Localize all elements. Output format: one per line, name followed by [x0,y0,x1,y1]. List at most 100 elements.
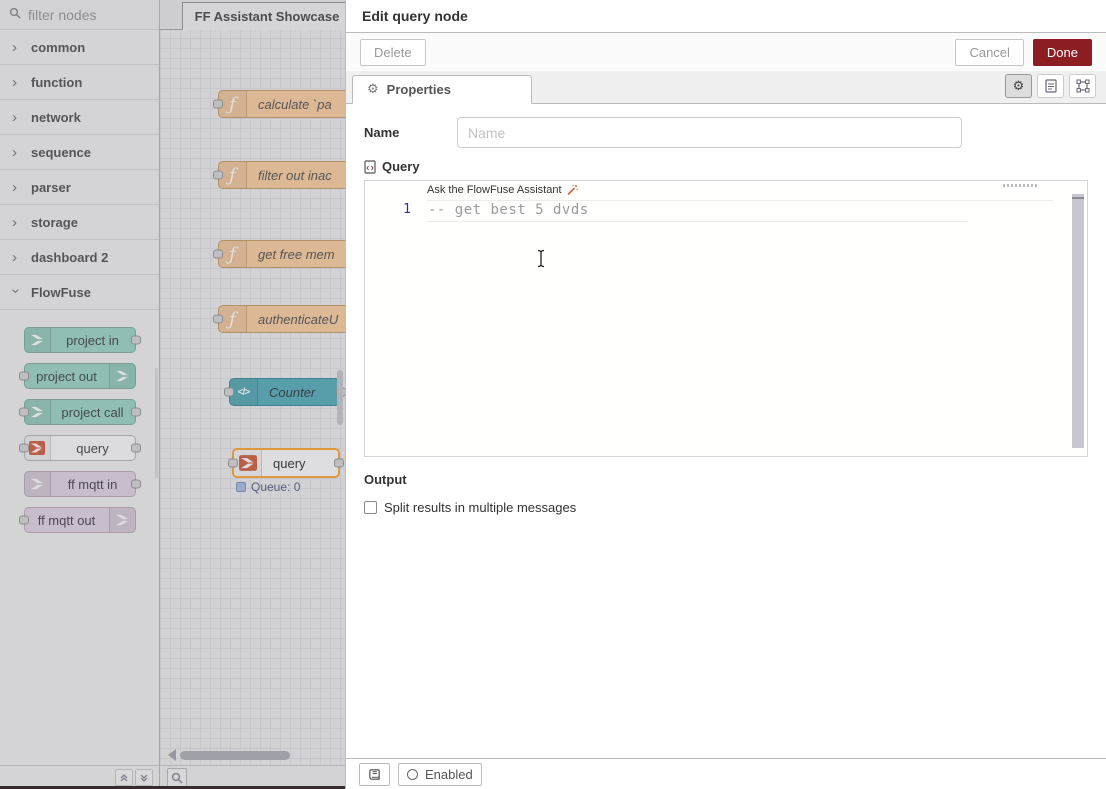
canvas-vertical-scrollbar[interactable] [337,370,343,425]
output-port[interactable] [131,408,141,417]
input-port[interactable] [213,100,223,109]
chevron-right-icon: › [12,250,20,265]
search-icon [9,6,21,24]
palette-category-common[interactable]: › common [0,30,159,65]
chevron-right-icon: › [12,40,20,55]
editor-scrollbar[interactable] [1072,194,1084,448]
flow-tab-label: FF Assistant Showcase [195,9,340,24]
properties-icon-button[interactable]: ⚙ [1005,74,1032,98]
canvas-node-authenticate[interactable]: ƒ authenticateU [218,305,345,333]
query-node-icon [234,450,262,476]
split-results-checkbox[interactable] [364,501,377,514]
flow-tab-ff-assistant-showcase[interactable]: FF Assistant Showcase [182,2,345,30]
name-form-row: Name [364,117,1088,148]
palette-node-project-in[interactable]: project in [24,327,136,353]
category-label: storage [31,215,78,230]
name-input[interactable] [457,117,962,148]
cancel-button[interactable]: Cancel [955,39,1023,66]
node-red-window: › common › function › network › sequence… [0,0,1106,789]
palette-scrollbar[interactable] [155,368,158,478]
status-text: Queue: 0 [251,480,300,494]
query-label-row: Query [364,159,1088,174]
palette-node-label: project call [51,400,135,424]
palette-node-ff-mqtt-out[interactable]: ff mqtt out [24,507,136,533]
input-port[interactable] [213,171,223,180]
palette-category-function[interactable]: › function [0,65,159,100]
canvas-node-label: Counter [258,379,315,405]
tab-properties[interactable]: ⚙ Properties [352,75,532,104]
assistant-hint[interactable]: Ask the FlowFuse Assistant [427,184,578,196]
search-input[interactable] [28,7,138,23]
done-button[interactable]: Done [1033,39,1092,66]
expand-all-button[interactable] [135,769,153,786]
input-port[interactable] [228,459,238,468]
tab-properties-label: Properties [387,82,451,97]
palette-category-parser[interactable]: › parser [0,170,159,205]
palette-node-ff-mqtt-in[interactable]: ff mqtt in [24,471,136,497]
palette-category-storage[interactable]: › storage [0,205,159,240]
palette-node-query[interactable]: query [24,435,136,461]
palette-category-flowfuse[interactable]: › FlowFuse [0,275,159,310]
assistant-hint-text: Ask the FlowFuse Assistant [427,184,562,196]
edit-panel-body: Name Query 1 Ask the FlowFuse Assistant … [346,105,1106,758]
query-code-editor[interactable]: 1 Ask the FlowFuse Assistant -- get best… [364,180,1088,457]
palette-node-label: query [51,436,135,460]
chevron-down-icon: › [9,288,24,296]
input-port[interactable] [19,408,29,417]
canvas-node-label: authenticateU [247,306,338,332]
enabled-toggle-button[interactable]: Enabled [398,763,482,786]
canvas-node-query-selected[interactable]: query [232,448,340,478]
palette-category-dashboard2[interactable]: › dashboard 2 [0,240,159,275]
canvas-node-get-free-mem[interactable]: ƒ get free mem [218,240,345,268]
zoom-search-button[interactable] [167,768,187,788]
output-port[interactable] [131,480,141,489]
canvas-node-calculate[interactable]: ƒ calculate `pa [218,90,345,118]
canvas-horizontal-scrollbar [168,749,345,761]
split-results-row: Split results in multiple messages [364,500,1088,515]
edit-panel-tabstrip: ⚙ Properties ⚙ [346,71,1106,104]
output-section-label: Output [364,472,1088,487]
input-port[interactable] [213,250,223,259]
book-icon [368,768,381,781]
flowfuse-node-icon [109,364,135,388]
palette-node-project-call[interactable]: project call [24,399,136,425]
palette-node-project-out[interactable]: project out [24,363,136,389]
canvas-node-label: filter out inac [247,162,332,188]
function-node-icon: ƒ [219,162,247,188]
flow-canvas[interactable]: FF Assistant Showcase ƒ calculate `pa ƒ … [160,0,345,789]
output-port[interactable] [131,336,141,345]
category-label: dashboard 2 [31,250,108,265]
input-port[interactable] [19,444,29,453]
category-label: parser [31,180,71,195]
minimap-line-mark [1072,197,1084,199]
input-port[interactable] [19,516,29,525]
split-results-label: Split results in multiple messages [384,500,576,515]
input-port[interactable] [213,315,223,324]
input-port[interactable] [19,372,29,381]
canvas-node-filter[interactable]: ƒ filter out inac [218,161,345,189]
category-label: common [31,40,85,55]
delete-button[interactable]: Delete [360,39,426,66]
palette-category-network[interactable]: › network [0,100,159,135]
collapse-all-button[interactable] [115,769,133,786]
description-icon-button[interactable] [1037,74,1064,98]
tab-icon-buttons: ⚙ [1005,74,1096,98]
canvas-node-counter[interactable]: </> Counter [229,378,341,406]
output-port[interactable] [131,444,141,453]
palette-category-sequence[interactable]: › sequence [0,135,159,170]
name-label: Name [364,125,457,140]
node-help-button[interactable] [359,763,390,786]
flowfuse-node-icon [25,472,51,496]
line-number: 1 [365,202,411,217]
output-port[interactable] [334,459,344,468]
appearance-icon-button[interactable] [1069,74,1096,98]
chevron-right-icon: › [12,180,20,195]
palette-search[interactable] [0,0,159,30]
palette-node-label: ff mqtt in [51,472,135,496]
canvas-node-label: query [262,450,306,476]
scroll-left-arrow-icon[interactable] [168,749,176,761]
scrollbar-thumb[interactable] [180,751,290,760]
input-port[interactable] [224,388,234,397]
edit-panel-footer: Enabled [346,758,1106,789]
chevron-right-icon: › [12,215,20,230]
